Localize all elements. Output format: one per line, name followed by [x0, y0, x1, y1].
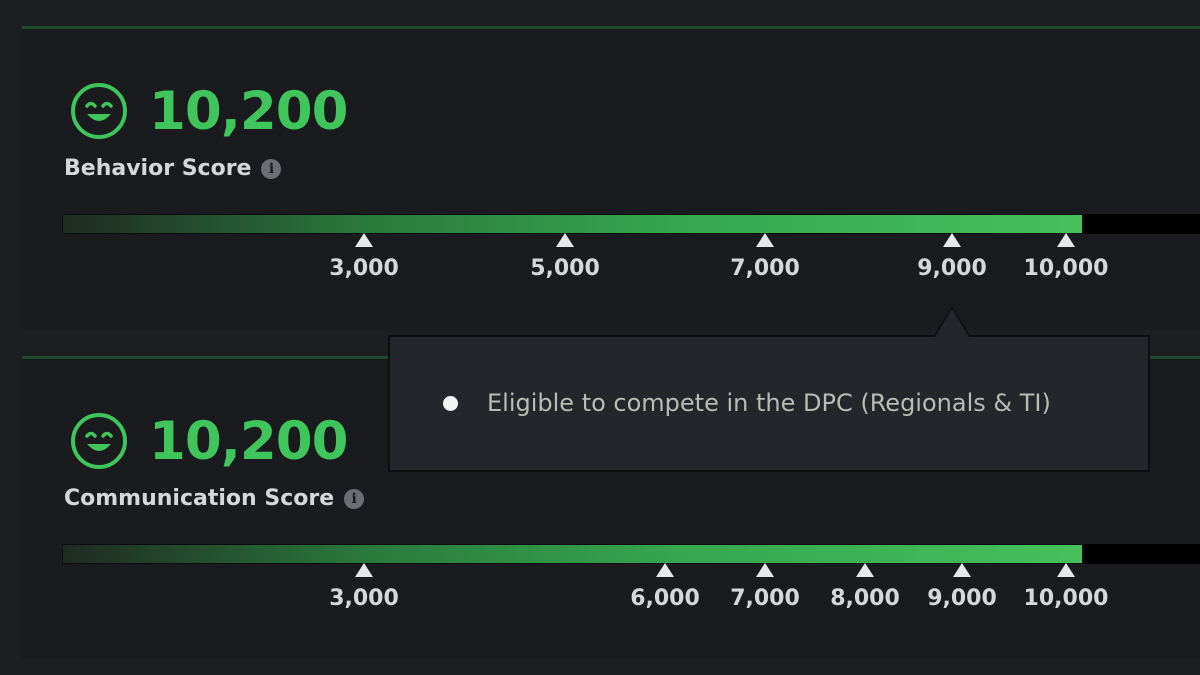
- marker-triangle-icon: [756, 233, 774, 247]
- marker-triangle-icon: [1057, 563, 1075, 577]
- communication-score-label: Communication Score: [64, 486, 335, 511]
- marker-triangle-icon: [953, 563, 971, 577]
- marker-triangle-icon: [355, 233, 373, 247]
- behavior-marker-label: 7,000: [730, 256, 800, 281]
- communication-marker: 7,000: [715, 563, 815, 611]
- bullet-icon: [443, 395, 458, 411]
- communication-score-bar: [62, 544, 1200, 564]
- marker-triangle-icon: [355, 563, 373, 577]
- smiley-face-icon: [71, 83, 127, 139]
- behavior-marker-label: 10,000: [1023, 256, 1109, 281]
- behavior-marker[interactable]: 9,000: [902, 233, 1002, 281]
- behavior-score-label-row: Behavior Score i: [64, 156, 282, 181]
- communication-marker: 9,000: [912, 563, 1012, 611]
- behavior-score-bar-fill: [62, 214, 1083, 234]
- marker-triangle-icon: [756, 563, 774, 577]
- communication-score-row: 10,200: [70, 409, 349, 473]
- behavior-score-row: 10,200: [70, 79, 349, 143]
- communication-marker-label: 9,000: [927, 586, 997, 611]
- behavior-marker-label: 3,000: [329, 256, 399, 281]
- communication-marker: 8,000: [815, 563, 915, 611]
- communication-marker: 10,000: [1016, 563, 1116, 611]
- communication-marker-label: 7,000: [730, 586, 800, 611]
- behavior-score-value: 10,200: [149, 80, 349, 142]
- tooltip-text: Eligible to compete in the DPC (Regional…: [487, 389, 1051, 417]
- communication-marker-label: 6,000: [630, 586, 700, 611]
- communication-score-label-row: Communication Score i: [64, 486, 365, 511]
- marker-triangle-icon: [943, 233, 961, 247]
- info-icon[interactable]: i: [344, 488, 365, 509]
- communication-marker-label: 8,000: [830, 586, 900, 611]
- behavior-communication-view: 10,200 Behavior Score i 3,000 5,000 7,00…: [0, 0, 1200, 675]
- tooltip: Eligible to compete in the DPC (Regional…: [388, 335, 1150, 472]
- communication-marker: 6,000: [615, 563, 715, 611]
- marker-triangle-icon: [656, 563, 674, 577]
- behavior-marker: 5,000: [515, 233, 615, 281]
- tooltip-item: Eligible to compete in the DPC (Regional…: [443, 389, 1051, 417]
- marker-triangle-icon: [856, 563, 874, 577]
- behavior-score-bar: [62, 214, 1200, 234]
- behavior-marker-label: 9,000: [917, 256, 987, 281]
- behavior-score-panel: 10,200 Behavior Score i 3,000 5,000 7,00…: [22, 26, 1200, 329]
- info-icon[interactable]: i: [261, 158, 282, 179]
- communication-marker-label: 10,000: [1023, 586, 1109, 611]
- marker-triangle-icon: [556, 233, 574, 247]
- behavior-marker: 7,000: [715, 233, 815, 281]
- communication-marker-label: 3,000: [329, 586, 399, 611]
- marker-triangle-icon: [1057, 233, 1075, 247]
- communication-score-value: 10,200: [149, 410, 349, 472]
- smiley-face-icon: [71, 413, 127, 469]
- tooltip-arrow-inner: [935, 309, 969, 337]
- behavior-marker: 3,000: [314, 233, 414, 281]
- communication-marker: 3,000: [314, 563, 414, 611]
- behavior-marker-label: 5,000: [530, 256, 600, 281]
- behavior-marker: 10,000: [1016, 233, 1116, 281]
- communication-score-bar-fill: [62, 544, 1083, 564]
- behavior-score-label: Behavior Score: [64, 156, 252, 181]
